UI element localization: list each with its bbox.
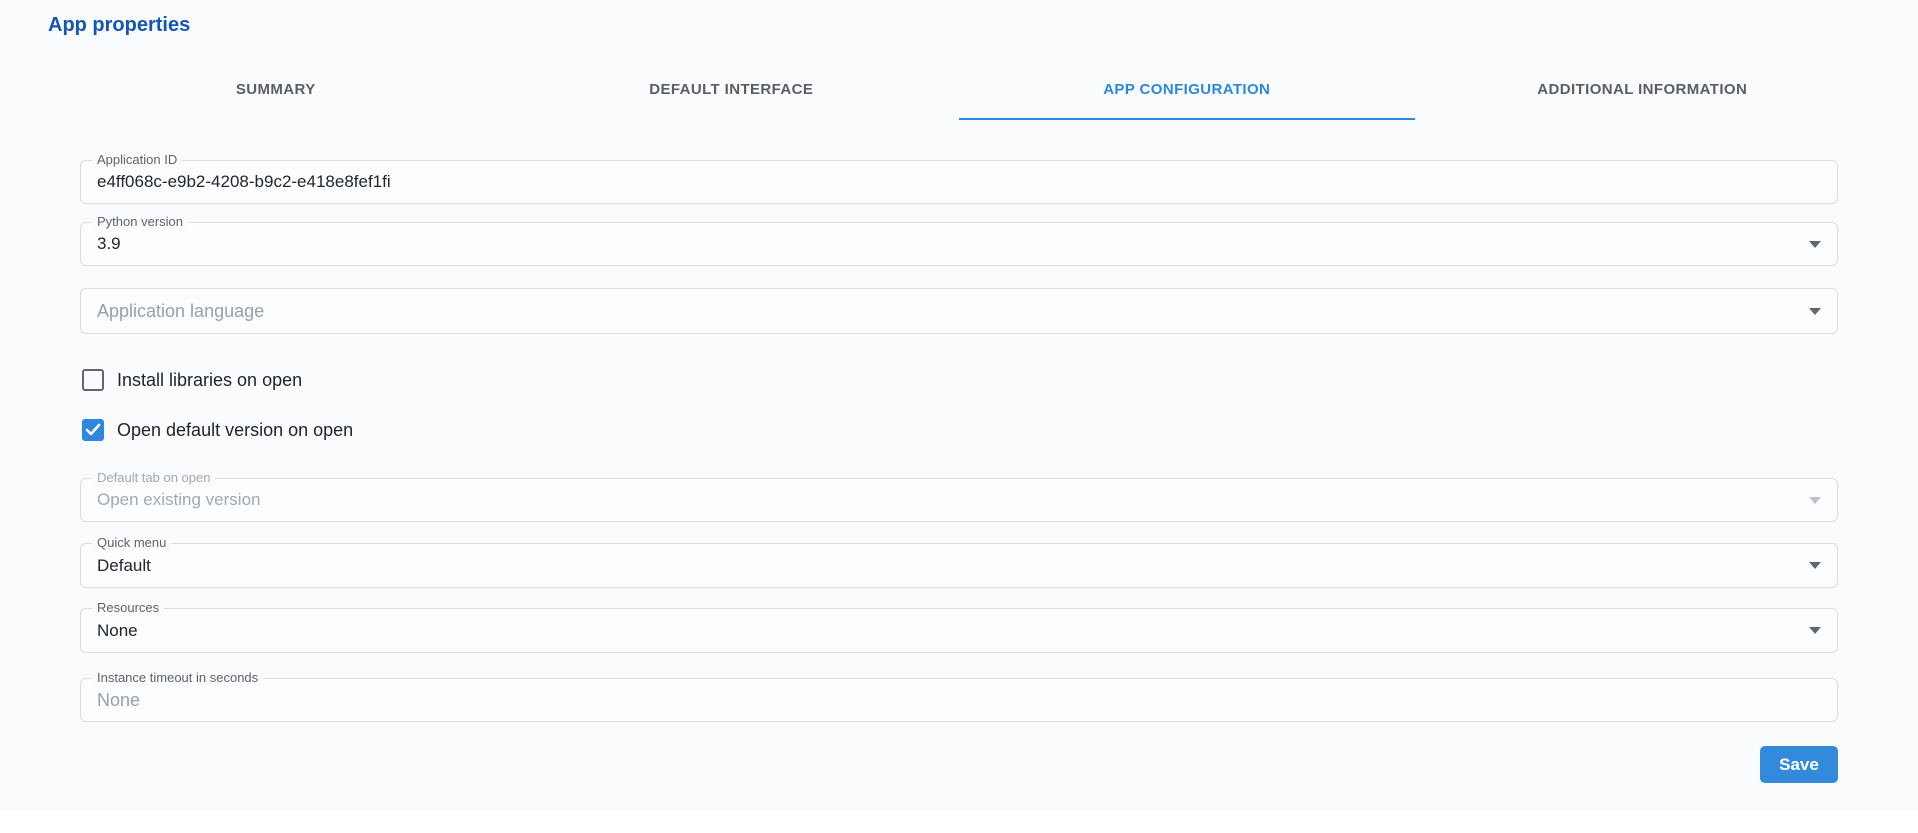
chevron-down-icon [1809,308,1821,315]
application-id-label: Application ID [92,152,182,168]
quick-menu-value: Default [97,556,151,576]
default-tab-on-open-select: Default tab on open Open existing versio… [80,478,1838,522]
resources-label: Resources [92,600,164,616]
tab-app-configuration[interactable]: APP CONFIGURATION [959,81,1415,120]
bottom-strip [0,810,1918,833]
open-default-version-label: Open default version on open [117,420,353,441]
python-version-label: Python version [92,214,188,230]
form-actions: Save [80,746,1838,783]
tab-bar: SUMMARY DEFAULT INTERFACE APP CONFIGURAT… [48,72,1870,120]
app-configuration-form: Application ID e4ff068c-e9b2-4208-b9c2-e… [80,120,1838,783]
install-libraries-checkbox-row[interactable]: Install libraries on open [82,368,1838,392]
application-id-value: e4ff068c-e9b2-4208-b9c2-e418e8fef1fi [97,172,391,192]
open-default-version-checkbox-row[interactable]: Open default version on open [82,418,1838,442]
save-button[interactable]: Save [1760,746,1838,783]
tab-additional-information[interactable]: ADDITIONAL INFORMATION [1415,81,1871,120]
instance-timeout-field[interactable]: Instance timeout in seconds None [80,678,1838,722]
chevron-down-icon [1809,562,1821,569]
quick-menu-label: Quick menu [92,535,171,551]
chevron-down-icon [1809,497,1821,504]
application-id-field[interactable]: Application ID e4ff068c-e9b2-4208-b9c2-e… [80,160,1838,204]
application-language-select[interactable]: Application language [80,288,1838,334]
tab-default-interface[interactable]: DEFAULT INTERFACE [504,81,960,120]
instance-timeout-label: Instance timeout in seconds [92,670,263,686]
default-tab-on-open-value: Open existing version [97,490,260,510]
checkbox-unchecked-icon[interactable] [82,369,104,391]
checkmark-icon [85,423,101,437]
resources-value: None [97,621,138,641]
instance-timeout-placeholder: None [97,690,140,711]
application-language-placeholder: Application language [97,301,264,322]
tab-summary[interactable]: SUMMARY [48,81,504,120]
chevron-down-icon [1809,241,1821,248]
page-title: App properties [48,14,190,37]
quick-menu-select[interactable]: Quick menu Default [80,543,1838,588]
default-tab-on-open-label: Default tab on open [92,470,215,486]
install-libraries-label: Install libraries on open [117,370,302,391]
python-version-select[interactable]: Python version 3.9 [80,222,1838,266]
checkbox-checked-icon[interactable] [82,419,104,441]
resources-select[interactable]: Resources None [80,608,1838,653]
python-version-value: 3.9 [97,234,121,254]
chevron-down-icon [1809,627,1821,634]
